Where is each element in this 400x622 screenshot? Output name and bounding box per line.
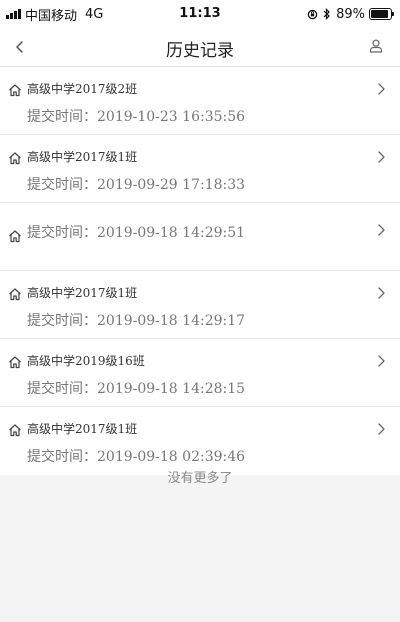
- submit-time: 提交时间：2019-09-18 02:39:46: [27, 446, 245, 466]
- class-name: 高级中学2017级2班: [27, 82, 138, 96]
- status-right: 89%: [307, 6, 394, 22]
- submit-time: 提交时间：2019-09-18 14:29:17: [27, 310, 245, 330]
- submit-time-value: 2019-09-29 17:18:33: [97, 177, 246, 193]
- submit-time-label: 提交时间：: [27, 109, 97, 125]
- battery-fill: [371, 10, 388, 18]
- record-list: 高级中学2017级2班 提交时间：2019-10-23 16:35:56 高级中…: [0, 67, 400, 475]
- bluetooth-icon: [323, 8, 330, 20]
- submit-time: 提交时间：2019-09-18 14:28:15: [27, 378, 245, 398]
- chevron-right-icon: [378, 224, 385, 236]
- class-name: 高级中学2017级1班: [27, 150, 138, 164]
- nav-bar: 历史记录: [0, 28, 400, 67]
- class-name: 高级中学2017级1班: [27, 286, 138, 300]
- submit-time-label: 提交时间：: [27, 449, 97, 465]
- record-item[interactable]: 高级中学2017级1班 提交时间：2019-09-29 17:18:33: [0, 135, 400, 203]
- submit-time-value: 2019-09-18 02:39:46: [97, 449, 246, 465]
- record-item[interactable]: 高级中学2019级16班 提交时间：2019-09-18 14:28:15: [0, 339, 400, 407]
- chevron-right-icon: [378, 83, 385, 95]
- class-name: 高级中学2017级1班: [27, 422, 138, 436]
- chevron-right-icon: [378, 287, 385, 299]
- home-icon: [9, 230, 21, 243]
- class-name: 高级中学2019级16班: [27, 354, 145, 368]
- home-icon: [9, 356, 21, 369]
- submit-time: 提交时间：2019-09-29 17:18:33: [27, 174, 245, 194]
- page-title: 历史记录: [166, 41, 234, 61]
- submit-time: 提交时间：2019-09-18 14:29:51: [27, 222, 245, 242]
- chevron-right-icon: [378, 355, 385, 367]
- submit-time-value: 2019-09-18 14:29:17: [97, 313, 246, 329]
- home-icon: [9, 424, 21, 437]
- status-bar: 中国移动 4G 11:13 89%: [0, 0, 400, 28]
- battery-percent: 89%: [336, 6, 365, 22]
- history-screen: 中国移动 4G 11:13 89% 历史记录 高级中学2017级2班 提交时间：…: [0, 0, 400, 622]
- submit-time-label: 提交时间：: [27, 225, 97, 241]
- submit-time: 提交时间：2019-10-23 16:35:56: [27, 106, 245, 126]
- orientation-lock-icon: [307, 9, 318, 19]
- home-icon: [9, 288, 21, 301]
- home-icon: [9, 84, 21, 97]
- record-item[interactable]: 提交时间：2019-09-18 14:29:51: [0, 203, 400, 271]
- record-item[interactable]: 高级中学2017级1班 提交时间：2019-09-18 14:29:17: [0, 271, 400, 339]
- submit-time-label: 提交时间：: [27, 381, 97, 397]
- chevron-right-icon: [378, 423, 385, 435]
- no-more-text: 没有更多了: [167, 471, 233, 486]
- submit-time-value: 2019-09-18 14:29:51: [97, 225, 246, 241]
- user-icon[interactable]: [368, 38, 384, 54]
- record-item[interactable]: 高级中学2017级2班 提交时间：2019-10-23 16:35:56: [0, 67, 400, 135]
- battery-icon: [369, 8, 394, 20]
- submit-time-value: 2019-10-23 16:35:56: [97, 109, 246, 125]
- home-icon: [9, 152, 21, 165]
- record-item[interactable]: 高级中学2017级1班 提交时间：2019-09-18 02:39:46: [0, 407, 400, 475]
- submit-time-label: 提交时间：: [27, 177, 97, 193]
- submit-time-value: 2019-09-18 14:28:15: [97, 381, 246, 397]
- submit-time-label: 提交时间：: [27, 313, 97, 329]
- chevron-right-icon: [378, 151, 385, 163]
